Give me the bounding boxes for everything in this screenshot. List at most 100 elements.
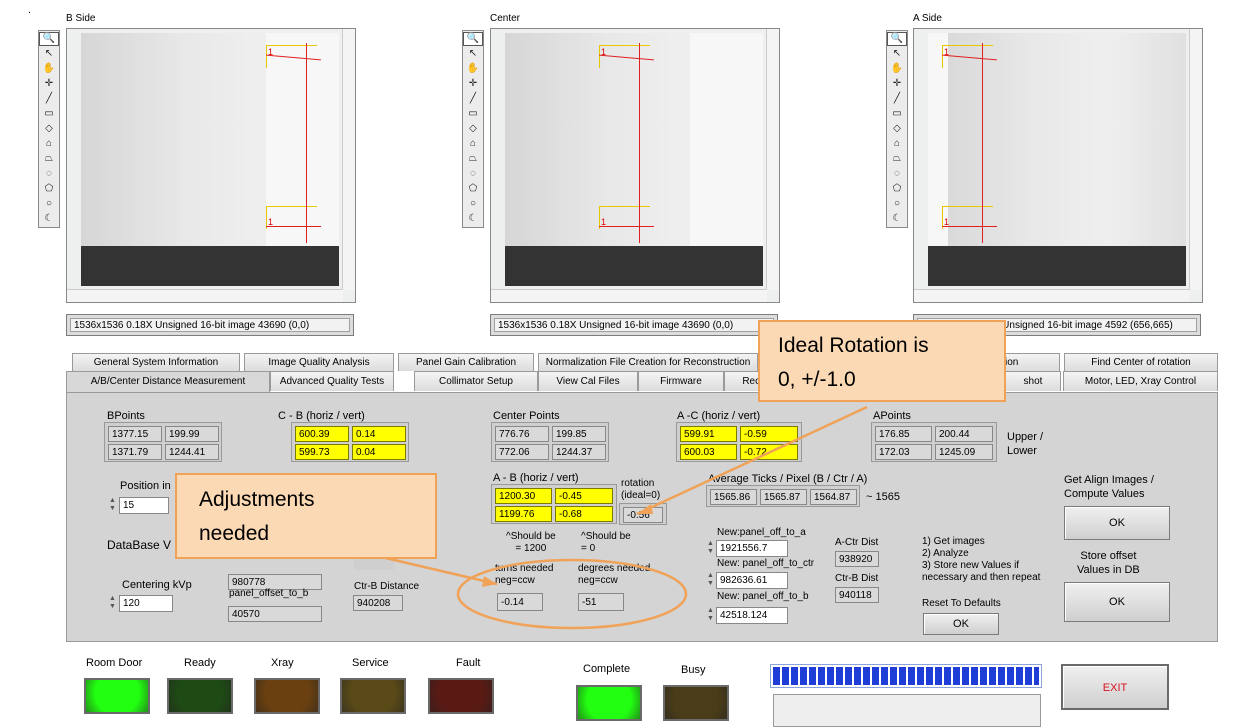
roi-lower-label: 1 (268, 217, 274, 227)
exit-button[interactable]: EXIT (1061, 664, 1169, 710)
new-panel-off-b-spinner[interactable]: ▲ ▼ (706, 607, 715, 624)
center-points-label: Center Points (493, 410, 560, 422)
image-tool-1-icon[interactable]: ↖ (39, 47, 59, 61)
image-vertical-scrollbar[interactable] (1189, 29, 1202, 290)
new-panel-off-a-spinner[interactable]: ▲ ▼ (706, 540, 715, 557)
image-tool-8-icon[interactable]: ⏢ (887, 152, 907, 166)
get-align-button[interactable]: OK (1064, 506, 1170, 540)
image-tool-1-icon[interactable]: ↖ (463, 47, 483, 61)
stray-dot: . (28, 4, 32, 16)
image-tool-5-icon[interactable]: ▭ (463, 107, 483, 121)
center-upper-x: 776.76 (495, 426, 549, 442)
tab-back-5[interactable]: Find Center of rotation (1064, 353, 1218, 371)
image-status-text: 1536x1536 0.18X Unsigned 16-bit image 43… (70, 318, 350, 332)
xray-dark-base (81, 246, 339, 286)
tab-front-3[interactable]: View Cal Files (538, 371, 638, 391)
new-panel-off-b-input[interactable]: 42518.124 (716, 607, 788, 624)
image-vertical-scrollbar[interactable] (342, 29, 355, 290)
tab-back-3[interactable]: Normalization File Creation for Reconstr… (538, 353, 758, 371)
image-tool-7-icon[interactable]: ⌂ (887, 137, 907, 151)
image-tool-12-icon[interactable]: ☾ (39, 212, 59, 226)
centering-kvp-input[interactable]: 120 (119, 595, 173, 612)
image-horizontal-scrollbar[interactable] (914, 289, 1190, 302)
tab-front-8[interactable]: Motor, LED, Xray Control (1063, 371, 1218, 391)
approx-ticks-label: ~ 1565 (866, 491, 900, 503)
image-tool-9-icon[interactable]: ◌ (887, 167, 907, 181)
image-tool-11-icon[interactable]: ○ (887, 197, 907, 211)
image-toolbar: 🔍 ↖ ✋ ✛ ╱ ▭ ◇ ⌂ ⏢ ◌ ⬠ ○ ☾ (886, 30, 908, 228)
image-tool-6-icon[interactable]: ◇ (39, 122, 59, 136)
status-led-5 (576, 685, 642, 721)
xray-dark-base (928, 246, 1186, 286)
avg-ticks-label: Average Ticks / Pixel (B / Ctr / A) (708, 473, 868, 485)
image-toolbar: 🔍 ↖ ✋ ✛ ╱ ▭ ◇ ⌂ ⏢ ◌ ⬠ ○ ☾ (38, 30, 60, 228)
ctrb-dist-value: 940118 (835, 587, 879, 603)
image-tool-4-icon[interactable]: ╱ (39, 92, 59, 106)
image-tool-6-icon[interactable]: ◇ (463, 122, 483, 136)
apoint-upper-y: 200.44 (935, 426, 993, 442)
cb-lower-horiz: 599.73 (295, 444, 349, 460)
image-tool-3-icon[interactable]: ✛ (463, 77, 483, 91)
image-horizontal-scrollbar[interactable] (67, 289, 343, 302)
image-tool-1-icon[interactable]: ↖ (887, 47, 907, 61)
a-minus-b-label: A - B (horiz / vert) (493, 472, 579, 484)
image-tool-12-icon[interactable]: ☾ (887, 212, 907, 226)
image-tool-8-icon[interactable]: ⏢ (463, 152, 483, 166)
tab-back-1[interactable]: Image Quality Analysis (244, 353, 394, 371)
image-horizontal-scrollbar[interactable] (491, 289, 767, 302)
apoint-lower-x: 172.03 (875, 444, 932, 460)
image-vertical-scrollbar[interactable] (766, 29, 779, 290)
c-minus-b-group: 600.39 0.14 599.73 0.04 (291, 422, 409, 462)
tab-back-0[interactable]: General System Information (72, 353, 240, 371)
instructions-text: 1) Get images 2) Analyze 3) Store new Va… (922, 536, 1041, 583)
tab-front-2[interactable]: Collimator Setup (414, 371, 538, 391)
image-tool-6-icon[interactable]: ◇ (887, 122, 907, 136)
image-tool-5-icon[interactable]: ▭ (887, 107, 907, 121)
center-lower-y: 1244.37 (552, 444, 606, 460)
image-tool-7-icon[interactable]: ⌂ (39, 137, 59, 151)
image-tool-2-icon[interactable]: ✋ (463, 62, 483, 76)
image-tool-8-icon[interactable]: ⏢ (39, 152, 59, 166)
image-tool-3-icon[interactable]: ✛ (39, 77, 59, 91)
image-viewer[interactable]: 11 (913, 28, 1203, 303)
new-panel-off-a-input[interactable]: 1921556.7 (716, 540, 788, 557)
image-tool-0-icon[interactable]: 🔍 (463, 32, 483, 46)
image-tool-12-icon[interactable]: ☾ (463, 212, 483, 226)
store-offset-button[interactable]: OK (1064, 582, 1170, 622)
panel-title: Center (490, 13, 521, 24)
tab-front-4[interactable]: Firmware (638, 371, 724, 391)
position-input[interactable]: 15 (119, 497, 169, 514)
image-tool-9-icon[interactable]: ◌ (39, 167, 59, 181)
image-tool-10-icon[interactable]: ⬠ (463, 182, 483, 196)
image-tool-4-icon[interactable]: ╱ (887, 92, 907, 106)
image-tool-2-icon[interactable]: ✋ (887, 62, 907, 76)
image-tool-7-icon[interactable]: ⌂ (463, 137, 483, 151)
apoint-upper-x: 176.85 (875, 426, 932, 442)
image-tool-10-icon[interactable]: ⬠ (39, 182, 59, 196)
tab-front-1[interactable]: Advanced Quality Tests (270, 371, 394, 391)
centering-kvp-spinner[interactable]: ▲ ▼ (108, 595, 117, 612)
reset-defaults-button[interactable]: OK (923, 613, 999, 635)
image-tool-0-icon[interactable]: 🔍 (887, 32, 907, 46)
image-tool-11-icon[interactable]: ○ (463, 197, 483, 211)
image-tool-4-icon[interactable]: ╱ (463, 92, 483, 106)
tab-back-2[interactable]: Panel Gain Calibration (398, 353, 534, 371)
image-viewer[interactable]: 11 (66, 28, 356, 303)
tab-front-7[interactable]: shot (1005, 371, 1061, 391)
new-panel-off-ctr-spinner[interactable]: ▲ ▼ (706, 572, 715, 589)
position-spinner[interactable]: ▲ ▼ (108, 497, 117, 514)
image-tool-2-icon[interactable]: ✋ (39, 62, 59, 76)
image-tool-5-icon[interactable]: ▭ (39, 107, 59, 121)
image-tool-3-icon[interactable]: ✛ (887, 77, 907, 91)
image-tool-10-icon[interactable]: ⬠ (887, 182, 907, 196)
image-tool-11-icon[interactable]: ○ (39, 197, 59, 211)
tab-front-0[interactable]: A/B/Center Distance Measurement (66, 371, 270, 393)
center-lower-x: 772.06 (495, 444, 549, 460)
image-viewer[interactable]: 11 (490, 28, 780, 303)
image-tool-9-icon[interactable]: ◌ (463, 167, 483, 181)
new-panel-off-ctr-input[interactable]: 982636.61 (716, 572, 788, 589)
roi-lower-line (599, 226, 654, 227)
xray-dark-base (505, 246, 763, 286)
panel-offset-b-value: 40570 (228, 606, 322, 622)
image-tool-0-icon[interactable]: 🔍 (39, 32, 59, 46)
